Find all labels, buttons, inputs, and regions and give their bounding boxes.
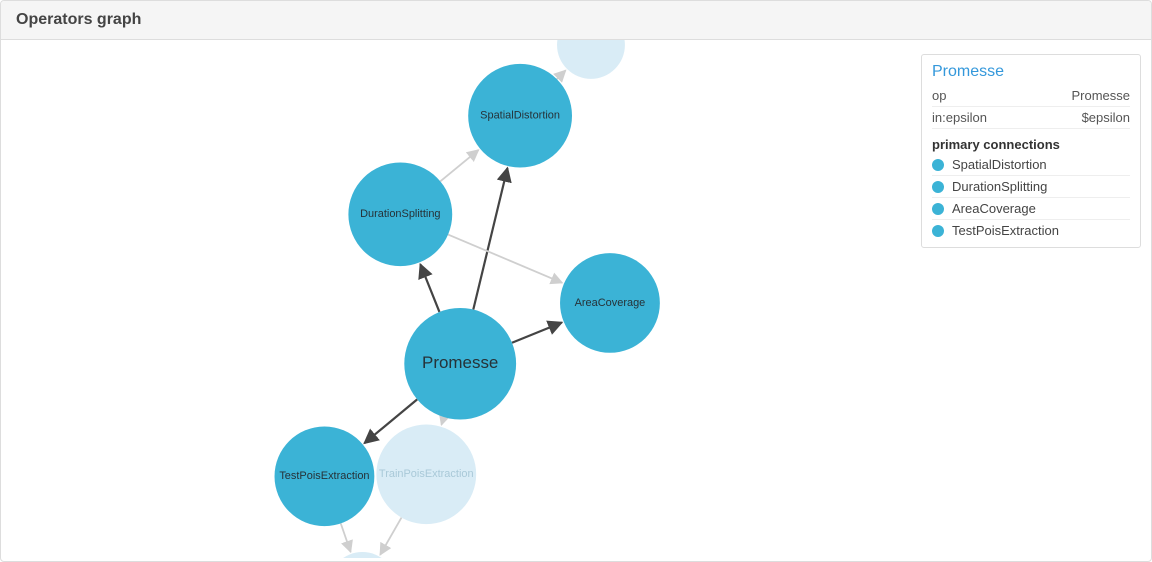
node-dot-icon [932, 225, 944, 237]
details-row: in:epsilon $epsilon [932, 107, 1130, 129]
graph-edge [557, 70, 566, 79]
graph-edge [441, 417, 443, 425]
graph-node-topghost[interactable] [557, 40, 625, 79]
graph-node-bottomghost[interactable] [328, 552, 396, 558]
details-title: Promesse [932, 63, 1130, 81]
connection-label: AreaCoverage [952, 201, 1036, 216]
connection-item[interactable]: SpatialDistortion [932, 154, 1130, 176]
connection-label: DurationSplitting [952, 179, 1047, 194]
node-dot-icon [932, 203, 944, 215]
graph-node-durationsplitting[interactable]: DurationSplitting [348, 163, 452, 267]
connections-header: primary connections [932, 137, 1130, 152]
graph-edge [420, 264, 439, 312]
connection-item[interactable]: AreaCoverage [932, 198, 1130, 220]
graph-node-label: AreaCoverage [575, 297, 646, 309]
graph-node-label: TestPoisExtraction [279, 470, 369, 482]
panel-body: SpatialDistortion DurationSplitting AreaCo… [1, 40, 1151, 558]
connection-item[interactable]: DurationSplitting [932, 176, 1130, 198]
details-row-value: $epsilon [1082, 110, 1130, 125]
graph-edge [473, 168, 507, 310]
node-dot-icon [932, 181, 944, 193]
graph-node-label: SpatialDistortion [480, 110, 560, 122]
graph-node-areacoverage[interactable]: AreaCoverage [560, 253, 660, 353]
details-row-value: Promesse [1071, 88, 1130, 103]
operators-graph-panel: Operators graph SpatialDistortion Duratio… [0, 0, 1152, 562]
graph-node-label: Promesse [422, 353, 498, 372]
connection-item[interactable]: TestPoisExtraction [932, 220, 1130, 241]
graph-edge [448, 235, 562, 283]
graph-edge [341, 523, 351, 552]
connection-label: SpatialDistortion [952, 157, 1047, 172]
graph-edge [380, 518, 401, 555]
details-row: op Promesse [932, 85, 1130, 107]
connection-label: TestPoisExtraction [952, 223, 1059, 238]
details-sidebar: Promesse op Promesse in:epsilon $epsilon pr… [921, 54, 1141, 248]
details-row-key: in:epsilon [932, 110, 987, 125]
graph-edge [440, 150, 478, 181]
node-dot-icon [932, 159, 944, 171]
details-row-key: op [932, 88, 946, 103]
graph-node-label: TrainPoisExtraction [379, 468, 474, 480]
graph-edge [512, 322, 562, 342]
graph-node-testpoisextraction[interactable]: TestPoisExtraction [275, 427, 375, 527]
graph-node-label: DurationSplitting [360, 208, 440, 220]
panel-title: Operators graph [1, 1, 1151, 40]
graph-node-trainpoisextraction[interactable]: TrainPoisExtraction [376, 425, 476, 525]
graph-node-promesse[interactable]: Promesse [404, 308, 516, 420]
graph-node-spatialdistortion[interactable]: SpatialDistortion [468, 64, 572, 168]
